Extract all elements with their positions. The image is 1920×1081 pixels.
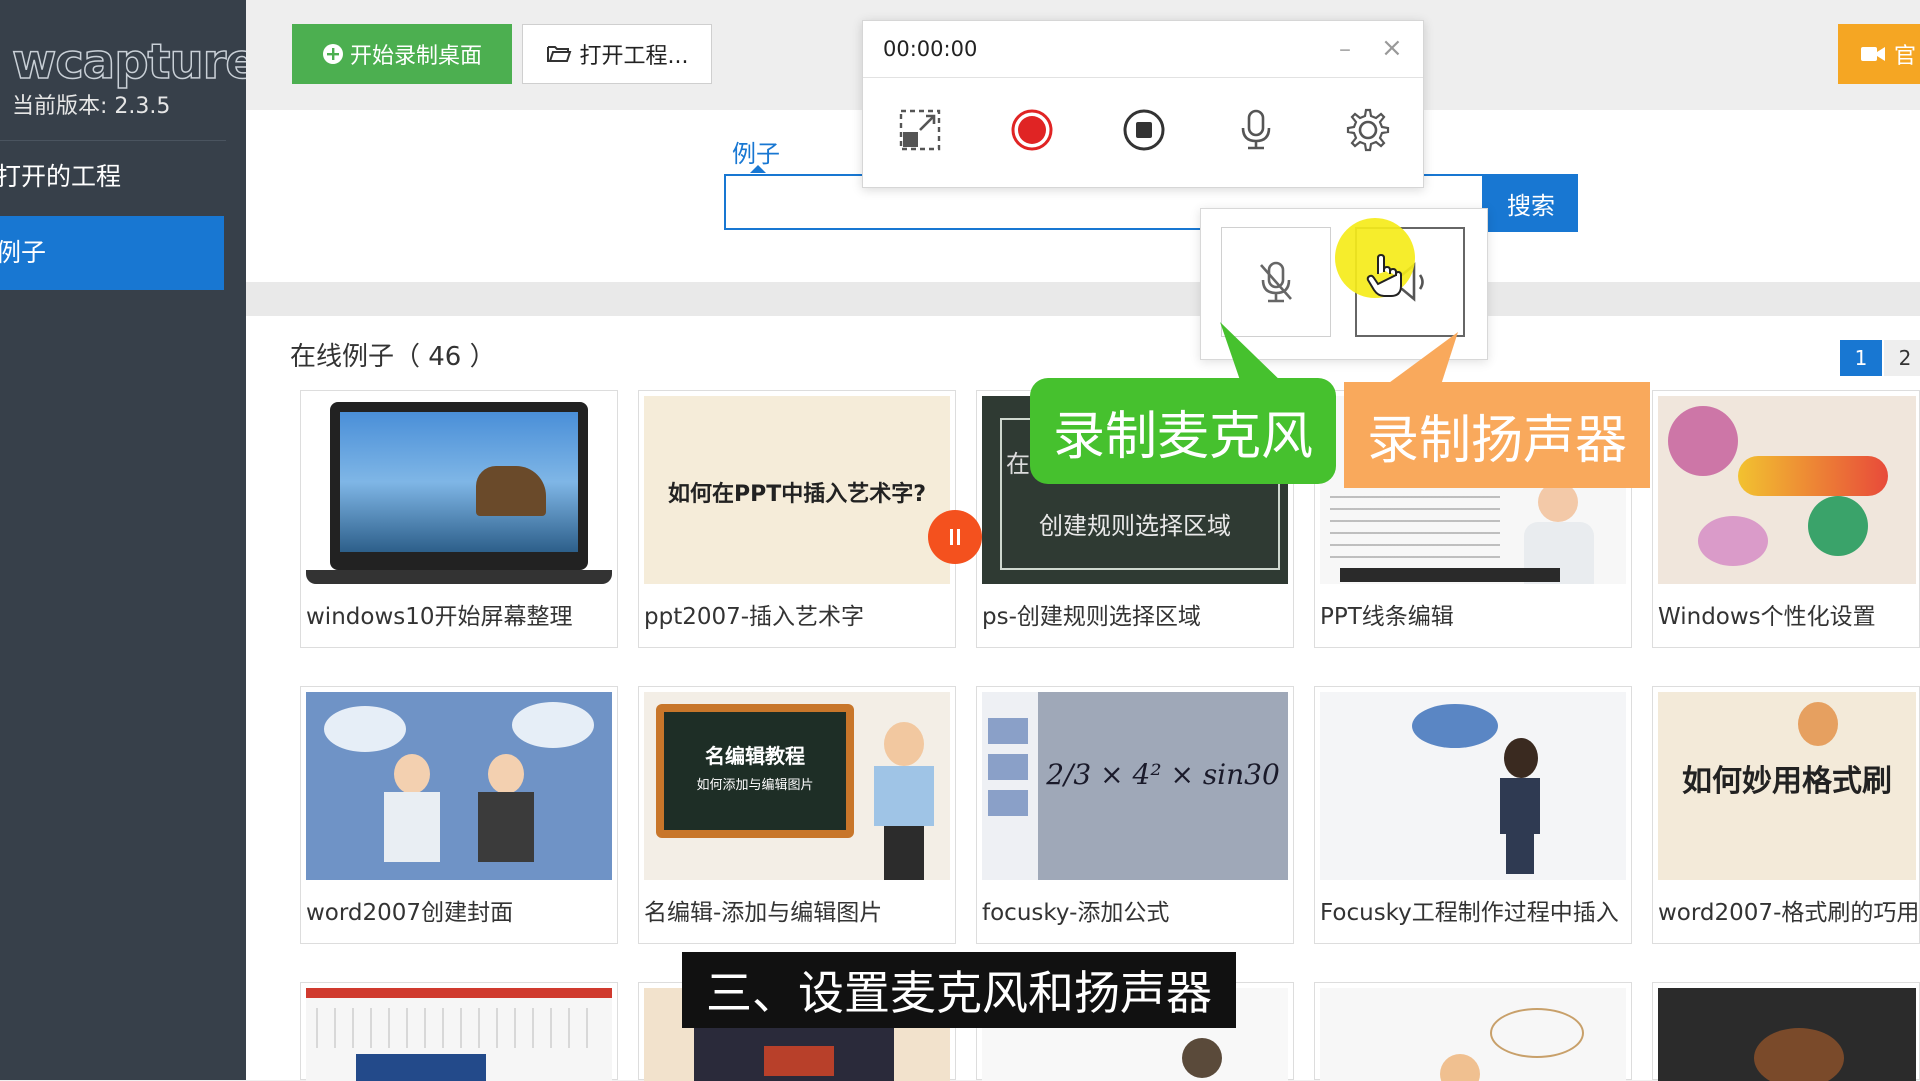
folder-open-icon xyxy=(546,46,571,62)
sidebar-item-open-projects[interactable]: 打开的工程 xyxy=(0,140,224,214)
card-thumbnail xyxy=(306,988,612,1081)
example-card[interactable]: Windows个性化设置 xyxy=(1652,390,1920,648)
pause-indicator[interactable] xyxy=(928,510,982,564)
card-title: windows10开始屏幕整理 xyxy=(306,604,573,630)
card-thumbnail: 如何在PPT中插入艺术字? xyxy=(644,396,950,584)
page-2-button[interactable]: 2 xyxy=(1884,340,1920,376)
card-title: word2007创建封面 xyxy=(306,900,514,926)
card-title: ps-创建规则选择区域 xyxy=(982,604,1201,630)
card-thumbnail-text: 2/3 × 4² × sin30 xyxy=(1046,758,1280,791)
card-title: focusky-添加公式 xyxy=(982,900,1170,926)
region-select-button[interactable] xyxy=(895,105,945,155)
sidebar-item-examples[interactable]: 例子 xyxy=(0,216,224,290)
app-logo: wcapture xyxy=(11,33,258,91)
recording-timer: 00:00:00 xyxy=(883,37,978,61)
record-desktop-label: 开始录制桌面 xyxy=(349,44,482,69)
microphone-off-icon xyxy=(1260,261,1292,303)
card-thumbnail-subtext: 如何添加与编辑图片 xyxy=(696,778,814,793)
card-thumbnail-text: 如何妙用格式刷 xyxy=(1682,764,1892,799)
card-thumbnail-side-text: 在 xyxy=(1006,450,1030,478)
speaker-callout: 录制扬声器 xyxy=(1344,382,1650,488)
card-thumbnail xyxy=(1658,396,1916,584)
example-card[interactable]: 2/3 × 4² × sin30 focusky-添加公式 xyxy=(976,686,1294,944)
online-examples-label: 在线例子（ 46 ） xyxy=(290,342,496,372)
card-thumbnail-text: 名编辑教程 xyxy=(705,744,805,768)
search-button[interactable]: 搜索 xyxy=(1484,174,1578,232)
card-thumbnail-text: 创建规则选择区域 xyxy=(1039,512,1231,540)
search-tab-examples[interactable]: 例子 xyxy=(732,134,780,169)
record-icon xyxy=(1011,109,1053,151)
card-thumbnail xyxy=(306,692,612,880)
video-subtitle: 三、设置麦克风和扬声器 xyxy=(682,952,1236,1028)
plus-circle-icon xyxy=(322,44,343,64)
card-title: ppt2007-插入艺术字 xyxy=(644,604,865,630)
example-card[interactable]: word2007创建封面 xyxy=(300,686,618,944)
stop-button[interactable] xyxy=(1119,105,1169,155)
card-thumbnail: 2/3 × 4² × sin30 xyxy=(982,692,1288,880)
card-thumbnail xyxy=(1320,988,1626,1081)
speaker-callout-pointer xyxy=(1382,332,1458,388)
page-1-button[interactable]: 1 xyxy=(1840,340,1882,376)
card-title: Windows个性化设置 xyxy=(1658,604,1876,630)
example-card[interactable] xyxy=(1314,982,1632,1081)
example-card[interactable]: windows10开始屏幕整理 xyxy=(300,390,618,648)
example-card[interactable] xyxy=(300,982,618,1081)
section-band xyxy=(246,282,1920,316)
camera-button-label: 官 xyxy=(1894,44,1917,69)
microphone-button[interactable] xyxy=(1231,105,1281,155)
card-title: word2007-格式刷的巧用 xyxy=(1658,900,1920,926)
stop-icon xyxy=(1123,109,1165,151)
app-version: 当前版本: 2.3.5 xyxy=(12,94,171,119)
gear-icon xyxy=(1346,108,1390,152)
card-title: Focusky工程制作过程中插入 xyxy=(1320,900,1619,926)
mic-callout: 录制麦克风 xyxy=(1030,378,1336,484)
search-tab-caret xyxy=(750,165,766,173)
card-thumbnail xyxy=(1658,988,1916,1081)
settings-button[interactable] xyxy=(1343,105,1393,155)
card-thumbnail xyxy=(306,396,612,584)
record-button[interactable] xyxy=(1007,105,1057,155)
example-card[interactable]: 名编辑教程 如何添加与编辑图片 名编辑-添加与编辑图片 xyxy=(638,686,956,944)
open-project-button[interactable]: 打开工程... xyxy=(522,24,712,84)
microphone-icon xyxy=(1241,109,1271,150)
region-select-icon xyxy=(899,109,941,151)
sidebar: wcapture 当前版本: 2.3.5 打开的工程 例子 xyxy=(0,0,259,1080)
video-camera-icon xyxy=(1861,47,1885,61)
example-card[interactable]: 如何在PPT中插入艺术字? ppt2007-插入艺术字 xyxy=(638,390,956,648)
open-project-label: 打开工程... xyxy=(579,44,689,69)
example-card[interactable]: 如何妙用格式刷 word2007-格式刷的巧用 xyxy=(1652,686,1920,944)
minimize-button[interactable]: – xyxy=(1339,35,1351,63)
card-title: PPT线条编辑 xyxy=(1320,604,1454,630)
camera-button[interactable]: 官 xyxy=(1838,24,1920,84)
close-button[interactable]: × xyxy=(1381,33,1403,63)
card-thumbnail: 名编辑教程 如何添加与编辑图片 xyxy=(644,692,950,880)
example-card[interactable] xyxy=(1652,982,1920,1081)
pause-icon xyxy=(950,529,960,545)
recording-widget: 00:00:00 – × xyxy=(862,20,1424,188)
card-thumbnail xyxy=(1320,692,1626,880)
card-title: 名编辑-添加与编辑图片 xyxy=(644,900,883,926)
record-desktop-button[interactable]: 开始录制桌面 xyxy=(292,24,512,84)
recorder-divider xyxy=(863,77,1423,78)
hand-cursor-icon xyxy=(1366,254,1402,297)
example-card[interactable]: Focusky工程制作过程中插入 xyxy=(1314,686,1632,944)
card-thumbnail: 如何妙用格式刷 xyxy=(1658,692,1916,880)
card-thumbnail-text: 如何在PPT中插入艺术字? xyxy=(667,482,927,507)
